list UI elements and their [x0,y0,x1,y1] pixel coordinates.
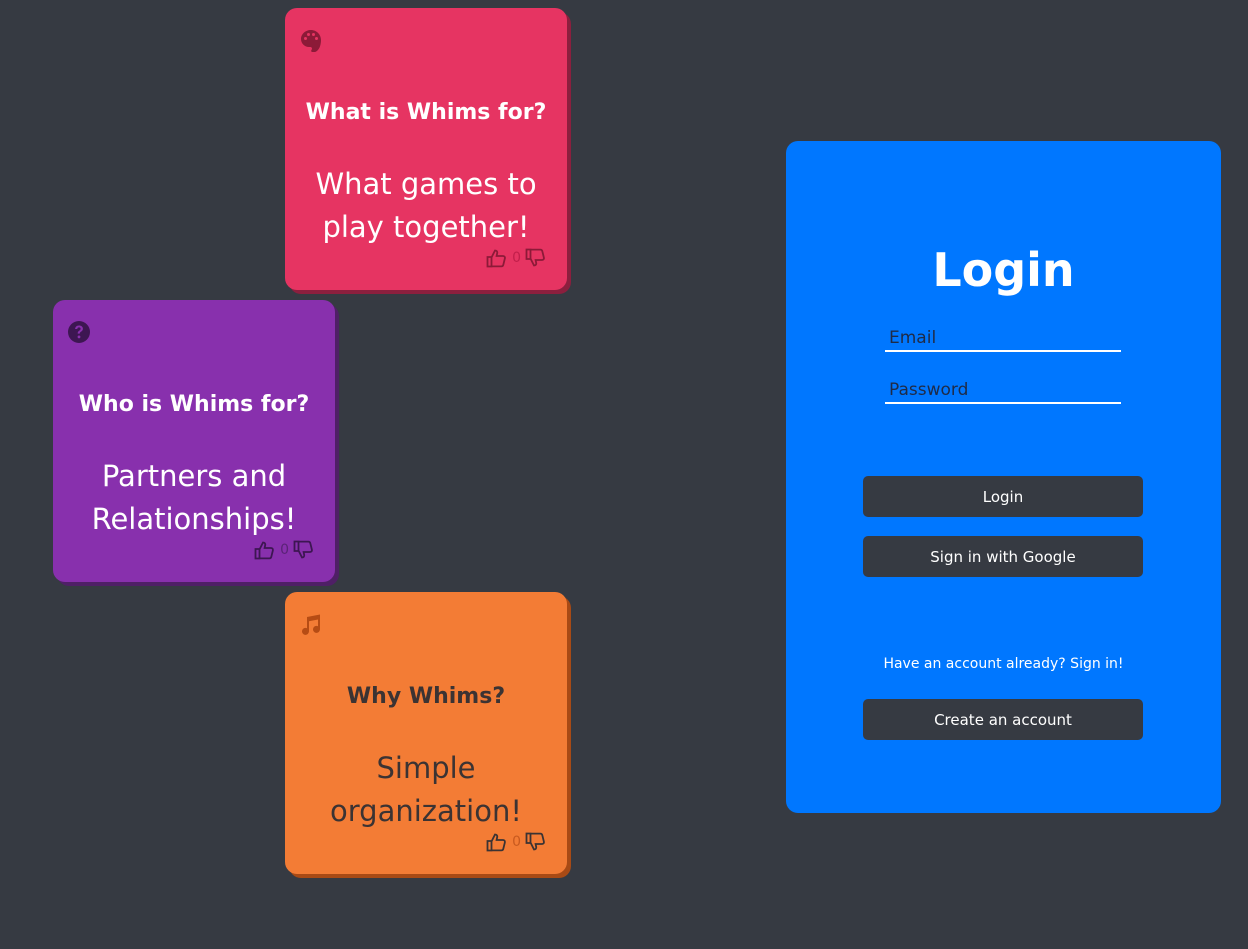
thumbs-up-icon[interactable] [486,832,508,852]
palette-icon [299,28,323,53]
password-field[interactable] [885,378,1121,404]
vote-count: 0 [512,250,521,266]
email-field[interactable] [885,326,1121,352]
signin-link[interactable]: Have an account already? Sign in! [786,656,1221,672]
card-title: What is Whims for? [305,100,547,125]
card-body: What games to play together! [315,167,537,244]
thumbs-down-icon[interactable] [293,540,315,560]
feature-card-who: Who is Whims for? Partners and Relations… [53,300,335,582]
feature-card-why: Why Whims? Simple organization! 0 [285,592,567,874]
card-body: Simple organization! [330,751,522,828]
vote-bar: 0 [486,248,547,268]
vote-bar: 0 [486,832,547,852]
feature-card-what: What is Whims for? What games to play to… [285,8,567,290]
thumbs-down-icon[interactable] [525,832,547,852]
vote-count: 0 [512,834,521,850]
login-title: Login [932,243,1075,297]
vote-count: 0 [280,542,289,558]
google-signin-button[interactable]: Sign in with Google [863,536,1143,577]
thumbs-down-icon[interactable] [525,248,547,268]
login-panel: Login Login Sign in with Google Have an … [786,141,1221,813]
question-circle-icon [67,320,91,344]
login-button[interactable]: Login [863,476,1143,517]
create-account-button[interactable]: Create an account [863,699,1143,740]
music-note-icon [299,612,323,636]
thumbs-up-icon[interactable] [254,540,276,560]
thumbs-up-icon[interactable] [486,248,508,268]
card-title: Who is Whims for? [78,392,310,417]
card-title: Why Whims? [346,684,506,709]
vote-bar: 0 [254,540,315,560]
card-body: Partners and Relationships! [91,459,297,536]
